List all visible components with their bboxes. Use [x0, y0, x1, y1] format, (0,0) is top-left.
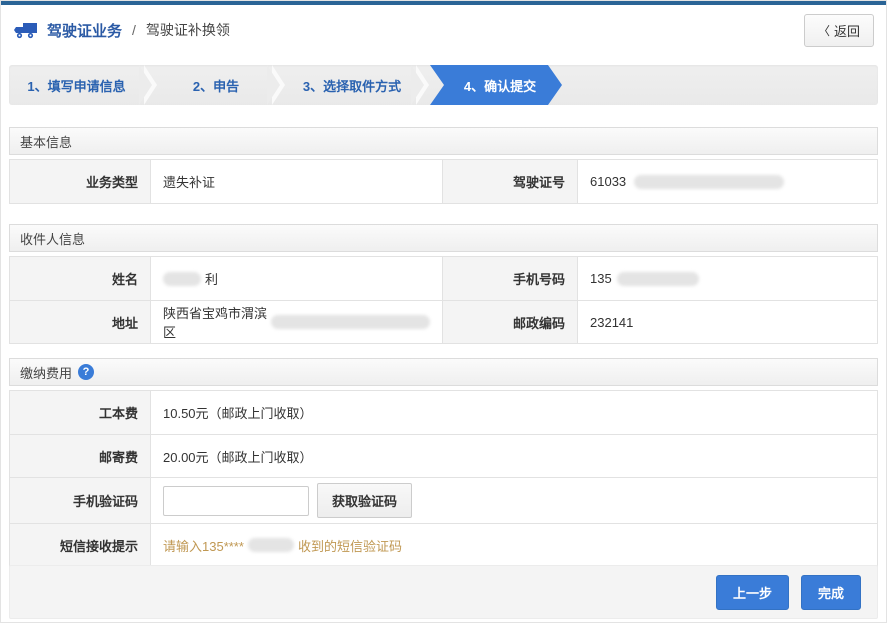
- address-prefix: 陕西省宝鸡市渭滨区: [163, 303, 268, 341]
- sms-tip-suffix: 收到的短信验证码: [298, 536, 402, 555]
- address-label: 地址: [10, 300, 150, 343]
- name-suffix: 利: [205, 269, 218, 288]
- postage-fee-value: 20.00元（邮政上门收取）: [150, 434, 877, 477]
- back-button[interactable]: 〈 返回: [804, 14, 874, 47]
- phone-prefix: 135: [590, 271, 612, 286]
- sms-tip-redacted: [248, 538, 294, 552]
- help-icon[interactable]: ?: [78, 364, 94, 380]
- page: 驾驶证业务 / 驾驶证补换领 〈 返回 1、填写申请信息 2、申告 3、选择取件…: [0, 0, 887, 623]
- recipient-info-section: 收件人信息 姓名 利 手机号码 135 地址 陕西省宝鸡市渭滨区 邮政编码 23…: [9, 224, 878, 344]
- finish-button[interactable]: 完成: [801, 575, 861, 610]
- license-no-label: 驾驶证号: [442, 160, 577, 203]
- recipient-info-header: 收件人信息: [9, 224, 878, 252]
- sms-tip-value: 请输入135**** 收到的短信验证码: [150, 523, 877, 566]
- back-chevron-icon: 〈: [818, 22, 830, 39]
- captcha-input[interactable]: [163, 486, 309, 516]
- step-3-label: 3、选择取件方式: [303, 76, 401, 95]
- prev-step-button[interactable]: 上一步: [716, 575, 789, 610]
- truck-icon: [13, 20, 39, 40]
- cost-fee-label: 工本费: [10, 391, 150, 434]
- postage-fee-label: 邮寄费: [10, 434, 150, 477]
- step-separator-icon: [272, 65, 288, 105]
- phone-redacted: [617, 272, 699, 286]
- phone-value: 135: [577, 257, 877, 300]
- fees-section: 缴纳费用 ? 工本费 10.50元（邮政上门收取） 邮寄费 20.00元（邮政上…: [9, 358, 878, 567]
- sms-tip-prefix: 请输入135****: [163, 536, 244, 555]
- recipient-info-title: 收件人信息: [20, 229, 85, 248]
- address-redacted: [271, 315, 430, 329]
- captcha-row: 获取验证码: [150, 477, 877, 523]
- cost-fee-value: 10.50元（邮政上门收取）: [150, 391, 877, 434]
- zip-label: 邮政编码: [442, 300, 577, 343]
- license-no-prefix: 61033: [590, 174, 626, 189]
- name-value: 利: [150, 257, 442, 300]
- business-type-label: 业务类型: [10, 160, 150, 203]
- step-2-label: 2、申告: [193, 76, 239, 95]
- recipient-info-table: 姓名 利 手机号码 135 地址 陕西省宝鸡市渭滨区 邮政编码 232141: [9, 256, 878, 344]
- page-title: 驾驶证业务: [47, 20, 122, 41]
- step-1-label: 1、填写申请信息: [27, 76, 125, 95]
- license-no-redacted: [634, 175, 784, 189]
- step-2-declare[interactable]: 2、申告: [160, 65, 272, 105]
- back-button-label: 返回: [834, 21, 860, 40]
- sms-tip-label: 短信接收提示: [10, 523, 150, 566]
- name-label: 姓名: [10, 257, 150, 300]
- step-4-confirm-submit[interactable]: 4、确认提交: [430, 65, 562, 105]
- get-code-button[interactable]: 获取验证码: [317, 483, 412, 518]
- fees-table: 工本费 10.50元（邮政上门收取） 邮寄费 20.00元（邮政上门收取） 手机…: [9, 390, 878, 567]
- zip-value: 232141: [577, 300, 877, 343]
- basic-info-table: 业务类型 遗失补证 驾驶证号 61033: [9, 159, 878, 204]
- basic-info-section: 基本信息 业务类型 遗失补证 驾驶证号 61033: [9, 127, 878, 204]
- footer-action-bar: 上一步 完成: [9, 565, 878, 619]
- breadcrumb-divider: /: [132, 22, 136, 38]
- step-1-fill-application[interactable]: 1、填写申请信息: [9, 65, 144, 105]
- header: 驾驶证业务 / 驾驶证补换领 〈 返回: [1, 5, 886, 55]
- captcha-label: 手机验证码: [10, 477, 150, 523]
- basic-info-header: 基本信息: [9, 127, 878, 155]
- step-separator-icon: [416, 65, 432, 105]
- step-separator-icon: [144, 65, 160, 105]
- step-4-label: 4、确认提交: [464, 76, 536, 95]
- breadcrumb: 驾驶证业务 / 驾驶证补换领: [13, 20, 230, 41]
- address-value: 陕西省宝鸡市渭滨区: [150, 300, 442, 343]
- fees-header: 缴纳费用 ?: [9, 358, 878, 386]
- page-subtitle: 驾驶证补换领: [146, 20, 230, 40]
- license-no-value: 61033: [577, 160, 877, 203]
- fees-title: 缴纳费用: [20, 363, 72, 382]
- basic-info-title: 基本信息: [20, 132, 72, 151]
- phone-label: 手机号码: [442, 257, 577, 300]
- step-indicator: 1、填写申请信息 2、申告 3、选择取件方式 4、确认提交: [9, 65, 878, 105]
- name-redacted: [163, 272, 201, 286]
- business-type-value: 遗失补证: [150, 160, 442, 203]
- step-3-pickup-method[interactable]: 3、选择取件方式: [288, 65, 416, 105]
